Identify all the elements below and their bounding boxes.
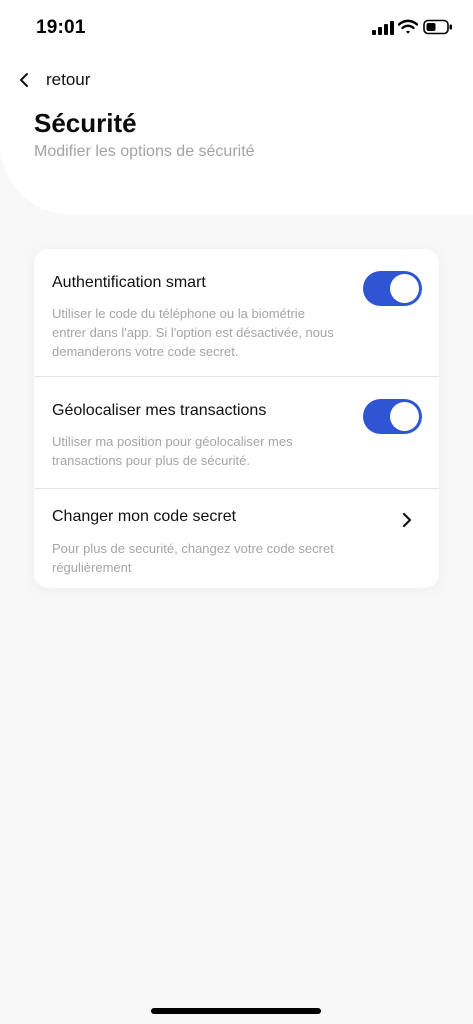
- wifi-icon: [397, 19, 419, 35]
- status-time: 19:01: [36, 17, 86, 38]
- back-button[interactable]: retour: [16, 66, 90, 94]
- smart-auth-toggle[interactable]: [363, 271, 422, 306]
- setting-title: Changer mon code secret: [52, 508, 237, 525]
- setting-smart-auth: Authentification smart Utiliser le code …: [34, 249, 439, 377]
- security-screen: retour Sécurité Modifier les options de …: [0, 0, 473, 1024]
- battery-icon: [423, 19, 453, 35]
- setting-description: Pour plus de securité, changez votre cod…: [52, 541, 334, 575]
- setting-title: Authentification smart: [52, 274, 206, 291]
- back-label: retour: [46, 70, 91, 89]
- setting-title: Géolocaliser mes transactions: [52, 402, 267, 419]
- signal-icon: [372, 21, 394, 35]
- chevron-right-icon[interactable]: [399, 511, 415, 529]
- setting-description: Utiliser le code du téléphone ou la biom…: [52, 306, 334, 359]
- status-bar: 19:01: [0, 0, 473, 56]
- home-indicator: [151, 1008, 321, 1014]
- page-subtitle: Modifier les options de sécurité: [34, 143, 255, 160]
- toggle-knob: [390, 402, 419, 431]
- chevron-left-icon: [16, 71, 34, 89]
- settings-card: Authentification smart Utiliser le code …: [34, 249, 439, 588]
- toggle-knob: [390, 274, 419, 303]
- setting-geolocation: Géolocaliser mes transactions Utiliser m…: [34, 377, 439, 489]
- setting-change-secret-code[interactable]: Changer mon code secret Pour plus de sec…: [34, 489, 439, 588]
- page-title: Sécurité: [34, 108, 137, 138]
- geolocation-toggle[interactable]: [363, 399, 422, 434]
- setting-description: Utiliser ma position pour géolocaliser m…: [52, 434, 293, 468]
